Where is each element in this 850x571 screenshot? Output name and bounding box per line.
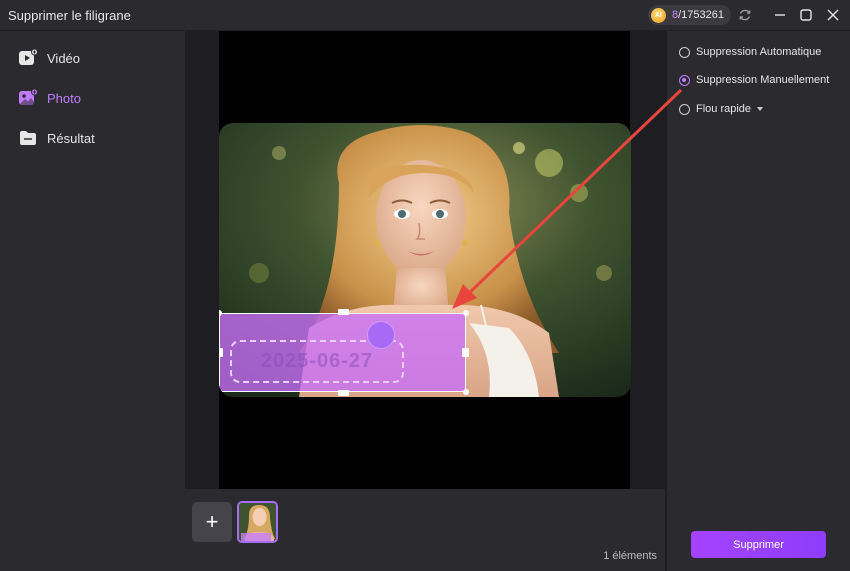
radio-checked-icon[interactable] — [679, 74, 690, 86]
refresh-icon[interactable] — [738, 8, 752, 22]
radio-unchecked-icon[interactable] — [679, 46, 690, 58]
option-label: Suppression Automatique — [696, 46, 822, 58]
sidebar-item-video[interactable]: Vidéo — [18, 46, 80, 70]
ai-coin-icon: AI — [651, 7, 666, 23]
sidebar-item-label: Résultat — [47, 130, 95, 146]
option-label: Suppression Manuellement — [696, 74, 830, 86]
thumbnail-strip: + 1 éléments — [185, 489, 665, 571]
photo-icon — [19, 88, 38, 105]
title-bar: Supprimer le filigrane AI 8/1753261 — [0, 0, 850, 31]
sidebar-item-label: Photo — [47, 90, 81, 106]
credits-indicator[interactable]: AI 8/1753261 — [648, 5, 731, 25]
option-auto-removal[interactable]: Suppression Automatique — [679, 46, 821, 58]
option-label: Flou rapide — [696, 103, 752, 115]
maximize-button[interactable] — [797, 6, 815, 24]
resize-handle-bottom-left[interactable] — [219, 389, 222, 395]
watermark-text: 2025-06-27 — [260, 350, 374, 372]
sidebar-item-photo[interactable]: Photo — [18, 86, 81, 110]
dropdown-caret-icon[interactable] — [757, 107, 764, 111]
resize-handle-right[interactable] — [462, 348, 469, 357]
credits-total: /1753261 — [678, 9, 725, 21]
item-count: 1 éléments — [603, 550, 657, 562]
option-manual-removal[interactable]: Suppression Manuellement — [679, 74, 829, 86]
thumbnail-item[interactable] — [237, 501, 278, 543]
selection-box[interactable]: 2025-06-27 — [219, 309, 469, 396]
close-button[interactable] — [824, 6, 842, 24]
resize-handle-left[interactable] — [219, 348, 223, 357]
resize-handle-bottom-right[interactable] — [463, 389, 469, 395]
resize-handle-top-left[interactable] — [219, 310, 222, 316]
resize-handle-top[interactable] — [338, 309, 349, 315]
radio-unchecked-icon[interactable] — [679, 103, 690, 115]
sidebar-item-result[interactable]: Résultat — [18, 126, 95, 150]
preview-canvas: 2025-06-27 — [219, 31, 631, 489]
credits-text: 8/1753261 — [672, 9, 724, 21]
minimize-button[interactable] — [771, 6, 789, 24]
thumbnail-image — [239, 503, 276, 541]
resize-handle-top-right[interactable] — [463, 310, 469, 316]
video-icon — [19, 48, 38, 65]
sidebar-item-label: Vidéo — [47, 50, 81, 66]
add-file-button[interactable]: + — [192, 502, 232, 542]
delete-button[interactable]: Supprimer — [691, 531, 826, 558]
preview-photo: 2025-06-27 — [219, 123, 631, 397]
folder-icon — [20, 131, 36, 145]
sidebar: Vidéo Photo Résultat — [0, 31, 185, 571]
preview-area: 2025-06-27 — [185, 31, 665, 489]
options-panel: Suppression Automatique Suppression Manu… — [666, 31, 850, 571]
option-quick-blur[interactable]: Flou rapide — [679, 103, 764, 115]
window-title: Supprimer le filigrane — [8, 8, 131, 23]
resize-handle-bottom[interactable] — [338, 390, 349, 396]
move-handle[interactable] — [367, 321, 395, 349]
